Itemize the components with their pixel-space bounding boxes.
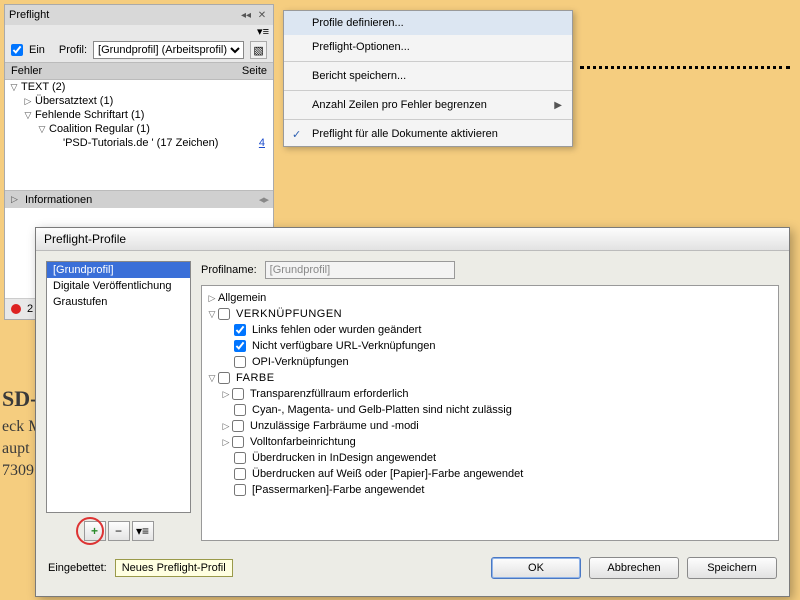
menu-save-report[interactable]: Bericht speichern... <box>284 64 572 88</box>
cancel-button[interactable]: Abbrechen <box>589 557 679 579</box>
menu-limit-rows[interactable]: Anzahl Zeilen pro Fehler begrenzen▶ <box>284 93 572 117</box>
opt-checkbox[interactable] <box>234 484 246 496</box>
tri-right-icon[interactable]: ▷ <box>220 389 232 400</box>
profile-item[interactable]: Digitale Veröffentlichung <box>47 278 190 294</box>
bg-line3: 7309 <box>2 462 34 480</box>
opt-checkbox[interactable] <box>234 340 246 352</box>
menu-separator <box>284 61 572 62</box>
errors-header: Fehler Seite <box>5 62 273 80</box>
page-col-label: Seite <box>242 65 267 77</box>
opt-checkbox[interactable] <box>232 388 244 400</box>
tri-down-icon[interactable]: ▽ <box>23 110 33 121</box>
profile-action-icon[interactable]: ▧ <box>250 41 267 59</box>
tri-right-icon[interactable]: ▷ <box>220 437 232 448</box>
opt-checkbox[interactable] <box>234 324 246 336</box>
profile-list[interactable]: [Grundprofil] Digitale Veröffentlichung … <box>46 261 191 513</box>
coalition-item[interactable]: Coalition Regular (1) <box>49 123 273 135</box>
preflight-profiles-dialog: Preflight-Profile [Grundprofil] Digitale… <box>35 227 790 597</box>
opt-checkbox[interactable] <box>234 468 246 480</box>
opt-passer[interactable]: [Passermarken]-Farbe angewendet <box>252 484 424 496</box>
menu-separator <box>284 119 572 120</box>
opt-checkbox[interactable] <box>234 404 246 416</box>
menu-define-profiles[interactable]: Profile definieren... <box>284 11 572 35</box>
panel-close-icon[interactable]: ✕ <box>255 8 269 22</box>
panel-collapse-icon[interactable]: ◂◂ <box>239 8 253 22</box>
opt-ueberdr1[interactable]: Überdrucken in InDesign angewendet <box>252 452 436 464</box>
opt-ueberdr2[interactable]: Überdrucken auf Weiß oder [Papier]-Farbe… <box>252 468 523 480</box>
errors-col-label: Fehler <box>11 65 42 77</box>
uebersatz-item[interactable]: Übersatztext (1) <box>35 95 273 107</box>
profil-label: Profil: <box>59 44 87 56</box>
opt-vollton[interactable]: Volltonfarbeinrichtung <box>250 436 356 448</box>
menu-separator <box>284 90 572 91</box>
panel-flyout-menu: Profile definieren... Preflight-Optionen… <box>283 10 573 147</box>
opt-verknuepfungen[interactable]: VERKNÜPFUNGEN <box>236 308 342 320</box>
panel-menu-icon[interactable]: ▾≡ <box>257 25 269 38</box>
opt-allgemein[interactable]: Allgemein <box>218 292 266 304</box>
delete-profile-button[interactable]: − <box>108 521 130 541</box>
opt-farbe[interactable]: FARBE <box>236 372 275 384</box>
panel-title: Preflight <box>9 9 237 21</box>
info-label: Informationen <box>25 194 92 206</box>
bg-line2: aupt <box>2 440 30 458</box>
opt-cmyk[interactable]: Cyan-, Magenta- und Gelb-Platten sind ni… <box>252 404 512 416</box>
profilname-label: Profilname: <box>201 264 257 276</box>
nav-arrows-icon[interactable]: ◂ ▸ <box>259 193 267 206</box>
tri-right-icon[interactable]: ▷ <box>23 96 33 107</box>
errors-list: ▽TEXT (2) ▷Übersatztext (1) ▽Fehlende Sc… <box>5 80 273 190</box>
tooltip: Neues Preflight-Profil <box>115 559 233 577</box>
profile-item[interactable]: [Grundprofil] <box>47 262 190 278</box>
ein-label: Ein <box>29 44 45 56</box>
opt-checkbox[interactable] <box>232 420 244 432</box>
profilname-input[interactable] <box>265 261 455 279</box>
info-section-header[interactable]: ▷ Informationen ◂ ▸ <box>5 190 273 208</box>
tri-right-icon[interactable]: ▷ <box>206 293 218 304</box>
section-checkbox[interactable] <box>218 372 230 384</box>
new-profile-button[interactable]: + <box>84 521 106 541</box>
profile-row: Ein Profil: [Grundprofil] (Arbeitsprofil… <box>5 38 273 62</box>
profile-menu-button[interactable]: ▾≡ <box>132 521 154 541</box>
submenu-arrow-icon: ▶ <box>554 100 562 111</box>
profil-select[interactable]: [Grundprofil] (Arbeitsprofil) <box>93 41 244 59</box>
dialog-title: Preflight-Profile <box>36 228 789 251</box>
check-icon: ✓ <box>292 128 301 141</box>
tri-down-icon[interactable]: ▽ <box>206 309 218 320</box>
tri-down-icon[interactable]: ▽ <box>206 373 218 384</box>
profile-item[interactable]: Graustufen <box>47 294 190 310</box>
tri-down-icon[interactable]: ▽ <box>9 82 19 93</box>
ein-checkbox[interactable] <box>11 44 23 56</box>
page-link[interactable]: 4 <box>259 137 273 149</box>
eingebettet-label: Eingebettet: <box>48 562 107 574</box>
opt-opi[interactable]: OPI-Verknüpfungen <box>252 356 349 368</box>
panel-titlebar: Preflight ◂◂ ✕ <box>5 5 273 25</box>
opt-unzul[interactable]: Unzulässige Farbräume und -modi <box>250 420 419 432</box>
ok-button[interactable]: OK <box>491 557 581 579</box>
tri-down-icon[interactable]: ▽ <box>37 124 47 135</box>
opt-links-fehlen[interactable]: Links fehlen oder wurden geändert <box>252 324 421 336</box>
guide-dotted-line <box>580 66 790 69</box>
menu-preflight-options[interactable]: Preflight-Optionen... <box>284 35 572 59</box>
opt-checkbox[interactable] <box>234 356 246 368</box>
fehlende-item[interactable]: Fehlende Schriftart (1) <box>35 109 273 121</box>
options-tree[interactable]: ▷Allgemein ▽VERKNÜPFUNGEN Links fehlen o… <box>201 285 779 541</box>
menu-activate-all-docs[interactable]: ✓Preflight für alle Dokumente aktivieren <box>284 122 572 146</box>
opt-checkbox[interactable] <box>232 436 244 448</box>
opt-url[interactable]: Nicht verfügbare URL-Verknüpfungen <box>252 340 435 352</box>
opt-checkbox[interactable] <box>234 452 246 464</box>
text-group[interactable]: TEXT (2) <box>21 81 273 93</box>
section-checkbox[interactable] <box>218 308 230 320</box>
opt-transp[interactable]: Transparenzfüllraum erforderlich <box>250 388 409 400</box>
save-button[interactable]: Speichern <box>687 557 777 579</box>
psd-item[interactable]: 'PSD-Tutorials.de ' (17 Zeichen) <box>63 137 259 149</box>
tri-right-icon[interactable]: ▷ <box>220 421 232 432</box>
error-dot-icon <box>11 304 21 314</box>
tri-right-icon: ▷ <box>11 194 21 205</box>
